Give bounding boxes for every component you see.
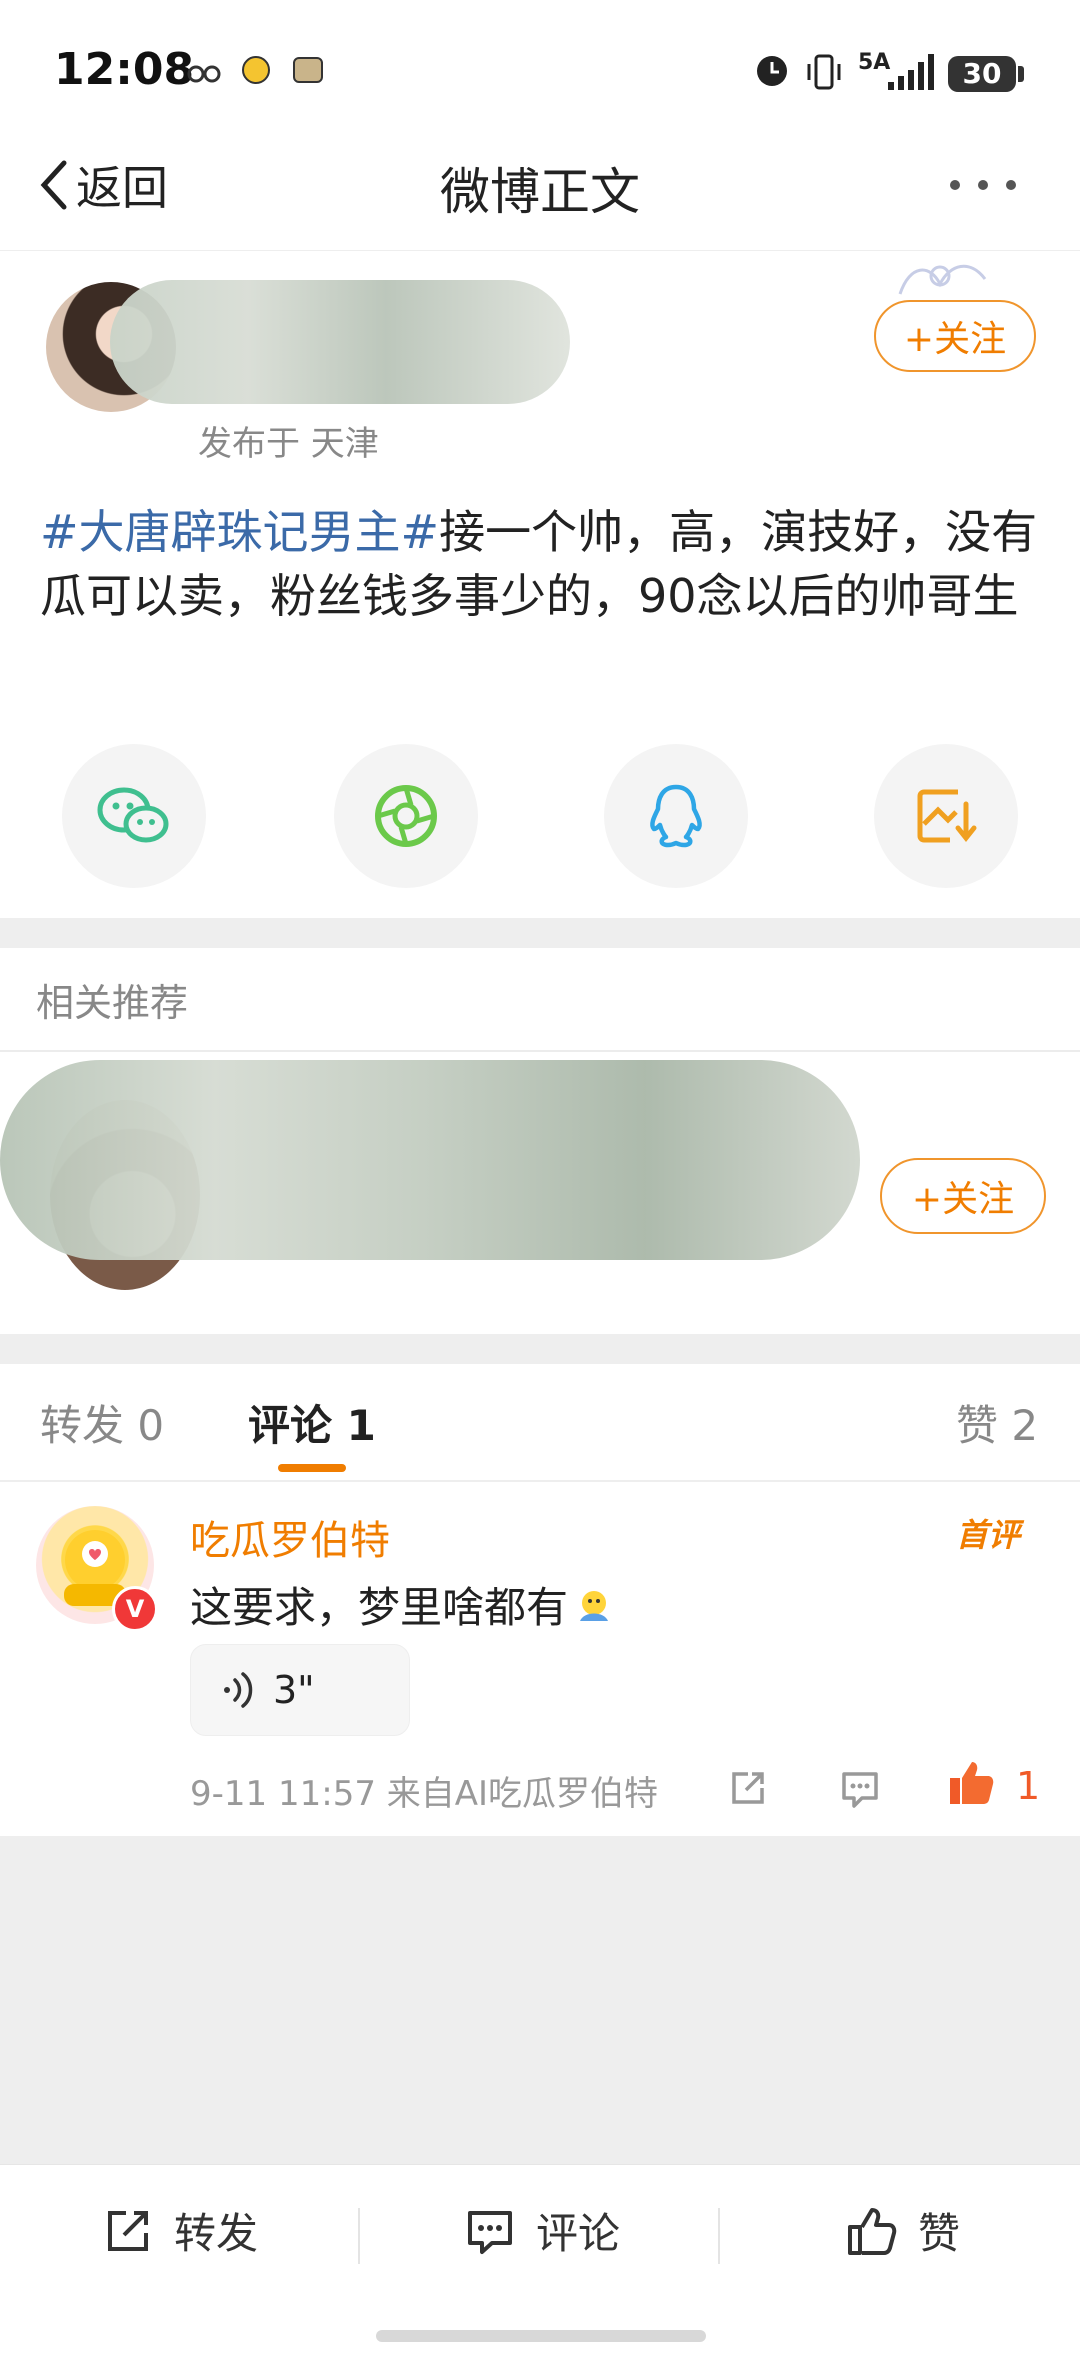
vibrate-icon	[807, 54, 841, 90]
tab-comment[interactable]: 评论 1	[248, 1392, 376, 1453]
signal-icon	[888, 54, 934, 90]
save-image-icon	[917, 789, 977, 843]
app-notification-icon	[242, 56, 270, 84]
divider	[718, 2208, 720, 2264]
recommended-follow-button[interactable]: +关注	[880, 1158, 1046, 1234]
qq-icon	[650, 784, 702, 848]
more-dot-icon	[978, 180, 988, 190]
comment-text: 这要求，梦里啥都有	[190, 1574, 614, 1635]
moments-icon	[375, 785, 437, 847]
follow-button[interactable]: +关注	[874, 300, 1036, 372]
author-name-redacted	[110, 280, 570, 404]
recommended-user-redacted	[0, 1060, 860, 1260]
voice-message[interactable]: 3"	[190, 1644, 410, 1736]
commenter-name[interactable]: 吃瓜罗伯特	[190, 1508, 390, 1566]
empty-area	[0, 1836, 1080, 2164]
more-dot-icon	[950, 180, 960, 190]
post-location: 发布于 天津	[198, 424, 379, 464]
section-divider	[0, 1334, 1080, 1364]
share-moments-button[interactable]	[334, 744, 478, 888]
comment-meta: 9-11 11:57 来自AI吃瓜罗伯特	[190, 1774, 659, 1814]
comment-like-icon[interactable]	[946, 1758, 996, 1808]
more-options-button[interactable]	[950, 160, 1060, 210]
battery-indicator: 30	[948, 56, 1016, 92]
active-tab-indicator	[278, 1464, 346, 1472]
voice-duration: 3"	[273, 1668, 315, 1712]
comment-like-count: 1	[1016, 1764, 1041, 1808]
first-comment-badge: 首评	[956, 1516, 1021, 1554]
like-label: 赞	[918, 2209, 961, 2258]
home-indicator	[376, 2330, 706, 2342]
repost-button[interactable]: 转发	[102, 2200, 258, 2261]
alarm-icon	[757, 56, 787, 86]
comment-icon	[468, 2210, 512, 2254]
related-section-title: 相关推荐	[36, 981, 189, 1025]
thumbs-up-icon	[848, 2207, 897, 2255]
mail-notification-icon	[293, 57, 323, 83]
share-qq-button[interactable]	[604, 744, 748, 888]
more-dot-icon	[1006, 180, 1016, 190]
divider-line	[0, 1480, 1080, 1482]
share-wechat-button[interactable]	[62, 744, 206, 888]
comment-reply-icon[interactable]	[838, 1766, 882, 1810]
divider	[358, 2208, 360, 2264]
decoration-icon	[898, 264, 987, 295]
topic-link[interactable]: #大唐辟珠记男主#	[40, 505, 439, 559]
comment-body: 这要求，梦里啥都有	[190, 1583, 569, 1632]
verified-badge: V	[112, 1586, 158, 1632]
wechat-icon	[97, 787, 169, 843]
tab-like[interactable]: 赞 2	[956, 1392, 1038, 1453]
section-divider	[0, 918, 1080, 948]
battery-tip	[1018, 66, 1024, 82]
repost-label: 转发	[174, 2209, 259, 2258]
tab-repost[interactable]: 转发 0	[40, 1392, 164, 1453]
notification-icon	[187, 65, 221, 83]
emoji-icon	[580, 1590, 609, 1621]
page-title: 微博正文	[440, 163, 640, 221]
repost-icon	[108, 2210, 148, 2251]
comment-label: 评论	[536, 2209, 621, 2258]
like-button[interactable]: 赞	[846, 2200, 960, 2261]
comment-share-icon[interactable]	[726, 1766, 770, 1810]
status-time: 12:08	[54, 44, 195, 95]
divider-line	[0, 1050, 1080, 1052]
comment-button[interactable]: 评论	[464, 2200, 620, 2261]
post-content: #大唐辟珠记男主#接一个帅，高，演技好，没有瓜可以卖，粉丝钱多事少的，90念以后…	[40, 500, 1040, 628]
voice-wave-icon	[224, 1672, 253, 1708]
save-image-button[interactable]	[874, 744, 1018, 888]
